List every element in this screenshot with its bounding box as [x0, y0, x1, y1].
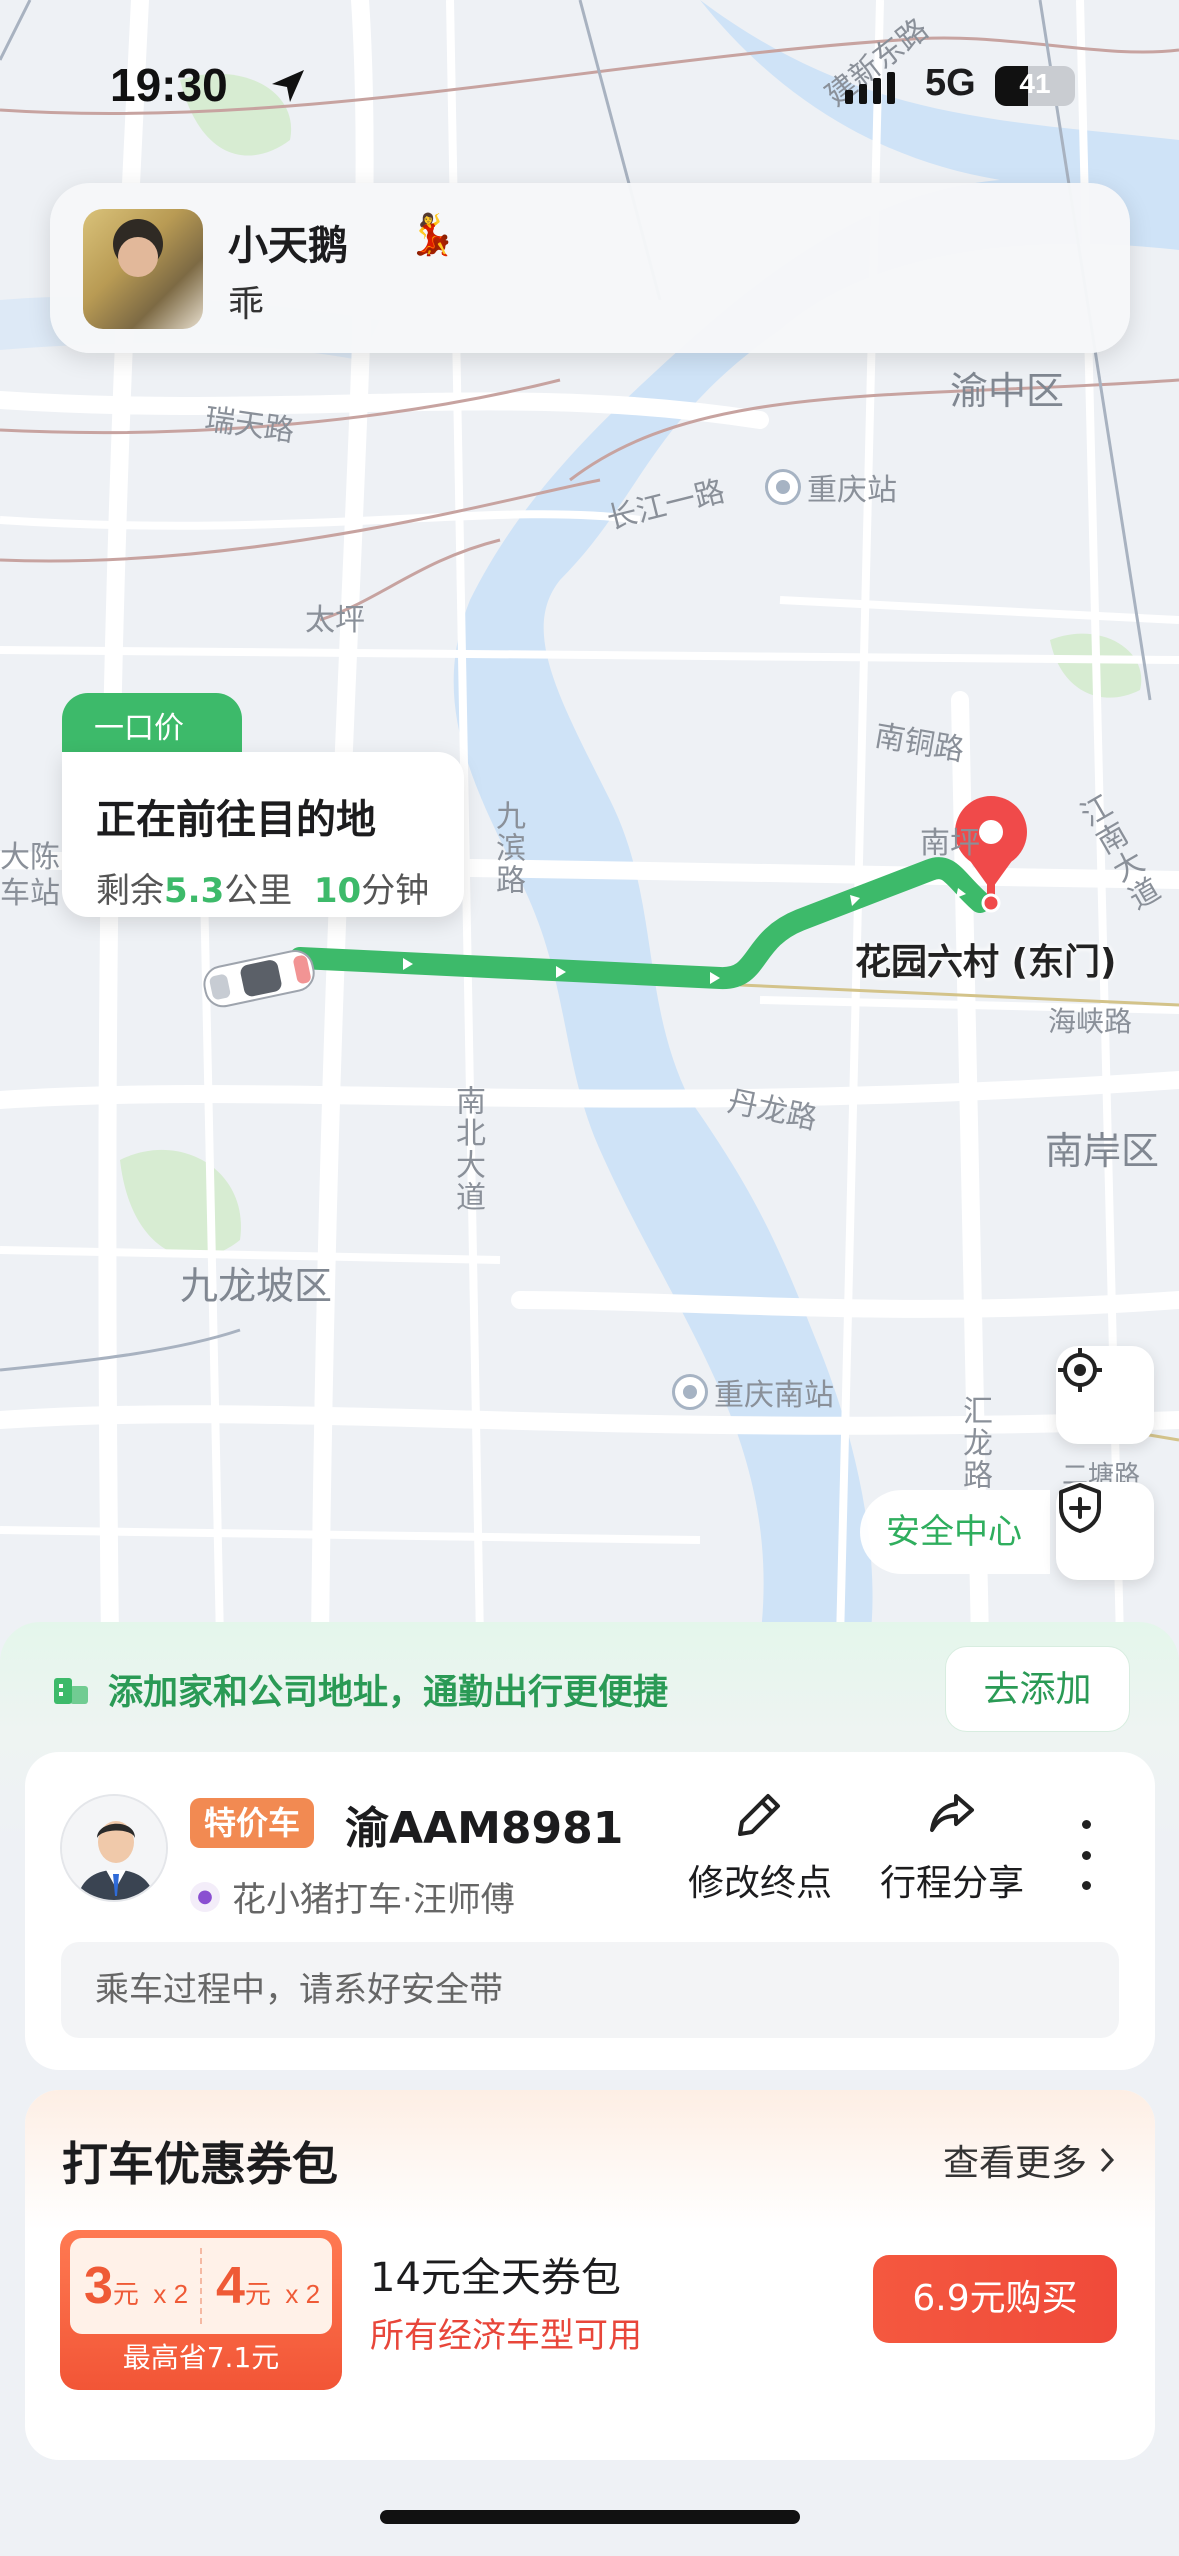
- network-type: 5G: [925, 62, 976, 104]
- driver-avatar: [60, 1794, 168, 1902]
- home-indicator[interactable]: [380, 2510, 800, 2524]
- coupon-b: 4元 x 2: [216, 2257, 321, 2315]
- license-plate: 渝AAM8981: [345, 1803, 624, 1854]
- route-info-card: 正在前往目的地 剩余5.3公里 10分钟: [62, 752, 464, 917]
- station-icon: [765, 469, 801, 505]
- map-label: 南北大道: [450, 1085, 485, 1213]
- sender-avatar: [83, 209, 203, 329]
- car-marker: [203, 949, 315, 1008]
- share-arrow-icon: [930, 1794, 974, 1832]
- driver-card: 特价车 渝AAM8981 ● 花小猪打车·汪师傅 修改终点 行程分享 乘车过程中…: [25, 1752, 1155, 2070]
- map-label: 太坪: [305, 603, 365, 638]
- share-trip-button[interactable]: 行程分享: [877, 1788, 1027, 1906]
- coupon-a: 3元 x 2: [84, 2257, 189, 2315]
- safety-center-button[interactable]: [1056, 1482, 1154, 1580]
- message-text: 乖: [228, 284, 265, 325]
- dancer-emoji-icon: 💃: [407, 212, 457, 258]
- chevron-right-icon: [1100, 2147, 1115, 2173]
- car-type-badge: 特价车: [190, 1798, 315, 1848]
- sender-name: 小天鹅: [228, 223, 348, 269]
- message-notification[interactable]: 小天鹅 💃 乖: [50, 183, 1130, 353]
- address-banner: 添加家和公司地址，通勤出行更便捷 去添加: [0, 1622, 1179, 1752]
- locate-button[interactable]: [1056, 1346, 1154, 1444]
- map-label: 南坪: [920, 826, 980, 861]
- shield-icon: [1059, 1483, 1101, 1533]
- building-icon: [54, 1678, 88, 1704]
- safety-center-label[interactable]: 安全中心: [860, 1490, 1050, 1574]
- map-label: 海峡路: [1048, 1005, 1133, 1038]
- map-label-district: 九龙坡区: [180, 1264, 333, 1308]
- route-status: 正在前往目的地: [96, 797, 376, 843]
- cellular-signal-icon: [845, 72, 895, 104]
- map-label: 汇龙路: [957, 1395, 992, 1491]
- location-arrow-icon: [272, 70, 304, 102]
- driver-company: ● 花小猪打车·汪师傅: [190, 1872, 515, 1921]
- battery-icon: 41: [995, 66, 1075, 106]
- max-save-text: 最高省7.1元: [122, 2341, 280, 2374]
- pencil-icon: [738, 1794, 780, 1836]
- status-time: 19:30: [110, 59, 228, 111]
- map-label: 九滨路: [490, 800, 525, 896]
- edit-destination-button[interactable]: 修改终点: [685, 1788, 835, 1906]
- station-chongqing: 重庆站: [765, 465, 897, 509]
- pig-logo-icon: ●: [190, 1881, 220, 1912]
- status-bar: 19:30 5G 41: [0, 58, 1179, 118]
- coupon-title: 打车优惠券包: [62, 2137, 338, 2191]
- trip-bottom-sheet: 添加家和公司地址，通勤出行更便捷 去添加 特价车 渝AAM8981 ● 花小猪打…: [0, 1622, 1179, 2556]
- coupon-pack-desc: 所有经济车型可用: [370, 2316, 642, 2356]
- crosshair-icon: [1058, 1348, 1102, 1392]
- station-icon: [672, 1374, 708, 1410]
- route-remaining: 剩余5.3公里 10分钟: [96, 871, 430, 911]
- coupon-pack-image[interactable]: 3元 x 2 4元 x 2 最高省7.1元: [60, 2230, 342, 2390]
- battery-level: 41: [1019, 68, 1051, 99]
- destination-label: 花园六村 (东门): [855, 942, 1117, 983]
- buy-coupon-button[interactable]: 6.9元购买: [873, 2255, 1117, 2343]
- more-options-icon[interactable]: [1071, 1820, 1101, 1890]
- map-label-district: 渝中区: [950, 369, 1065, 413]
- view-more-link[interactable]: 查看更多: [943, 2134, 1117, 2186]
- map-label: 大陈车站: [0, 840, 60, 911]
- station-chongqing-south: 重庆南站: [672, 1370, 834, 1414]
- coupon-card: 打车优惠券包 查看更多 3元 x 2 4元 x 2 最高省7.1元 14元全天券…: [25, 2090, 1155, 2460]
- add-address-button[interactable]: 去添加: [945, 1646, 1130, 1732]
- address-banner-text: 添加家和公司地址，通勤出行更便捷: [108, 1673, 669, 1713]
- map-label-district: 南岸区: [1045, 1129, 1160, 1173]
- coupon-pack-name: 14元全天券包: [370, 2255, 621, 2301]
- seatbelt-tip: 乘车过程中，请系好安全带: [61, 1942, 1119, 2038]
